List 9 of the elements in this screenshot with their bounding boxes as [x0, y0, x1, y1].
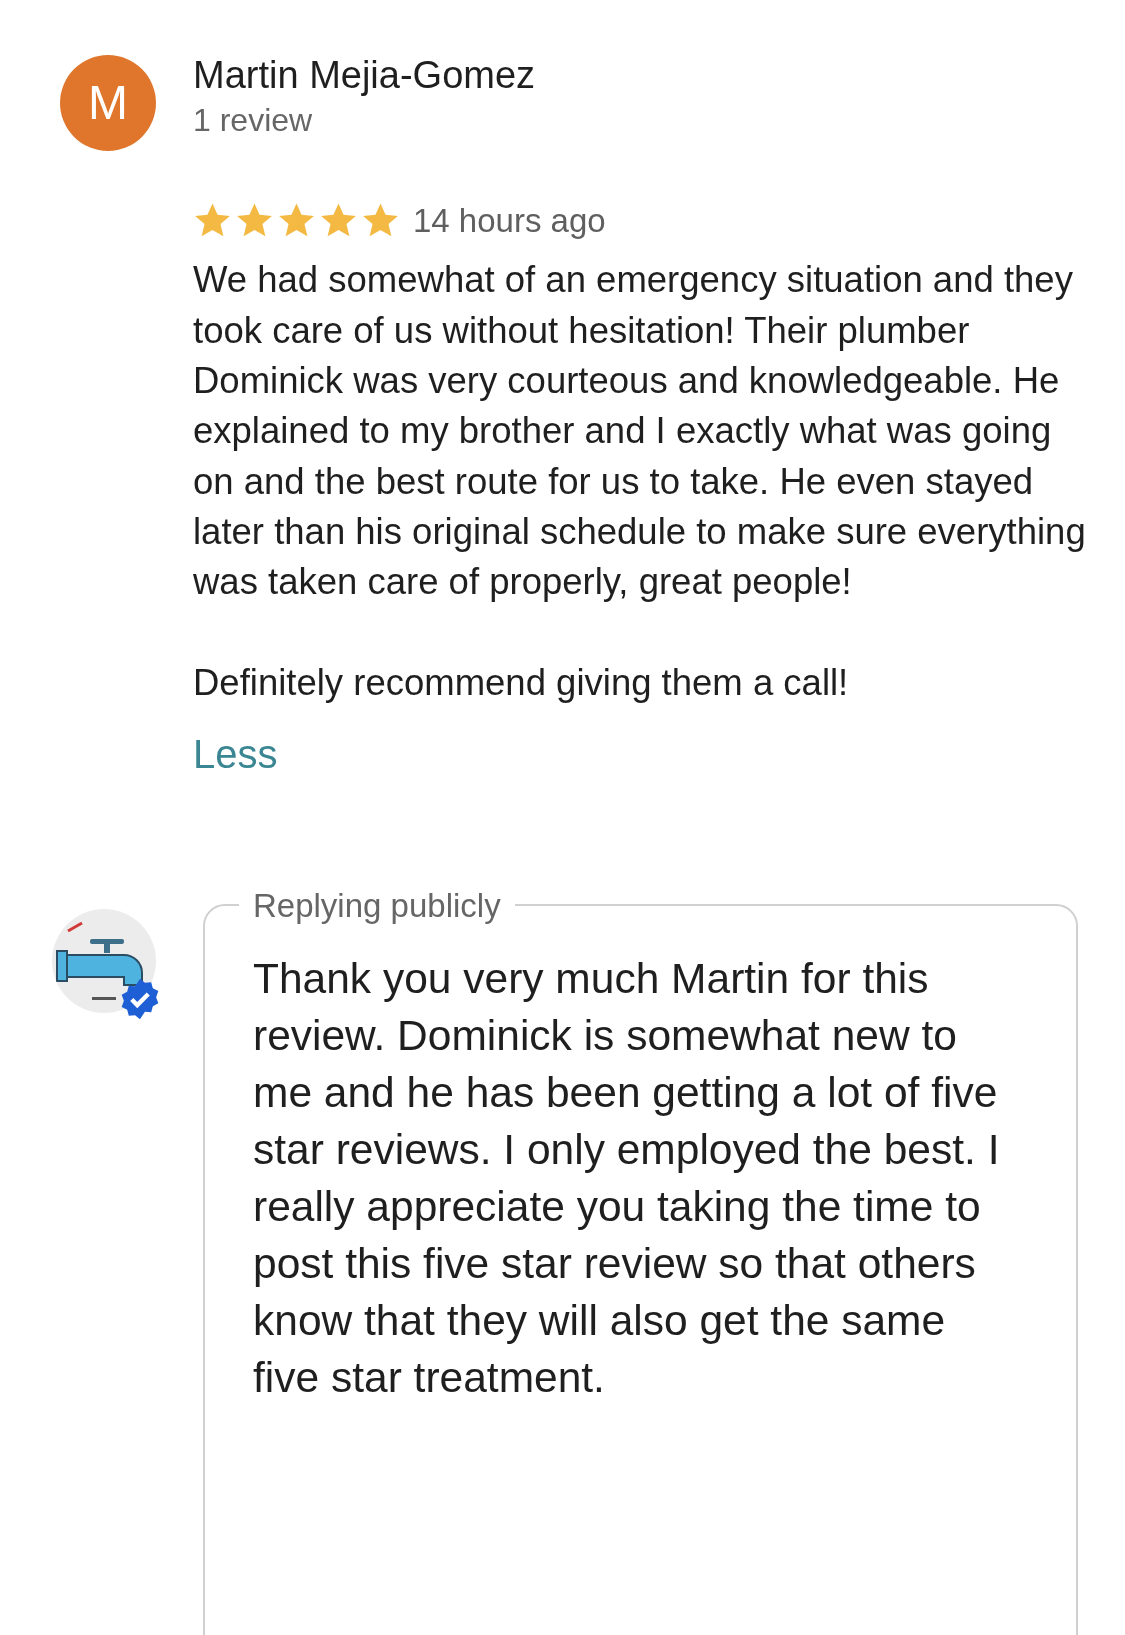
review-text: We had somewhat of an emergency situation and they took care of us without hesitation! Their plumber Dominick was very courteous and knowledgeable. He explained to my brother and I exactly what was going on and the best route for us to take. He even stayed later than his original schedule to make sure everything was taken care of properly, great people!	[193, 258, 1087, 605]
review-count: 1 review	[193, 102, 314, 138]
author-name: Martin Mejia-Gomez	[193, 55, 537, 97]
reply-label: Replying publicly	[252, 888, 502, 922]
review-time: 14 hours ago	[413, 201, 606, 241]
less-link[interactable]: Less	[193, 723, 278, 784]
avatar-letter: M	[60, 55, 156, 151]
reply-text: Thank you very much Martin for this review. Dominick is somewhat new to me and he has been getting a lot of five star reviews. I only employed the best. I really appreciate you taking the time to post this five star review so that others know that they will also get the same five star treatment.	[253, 953, 1001, 1403]
review-text: Definitely recommend giving them a call!	[193, 660, 850, 705]
